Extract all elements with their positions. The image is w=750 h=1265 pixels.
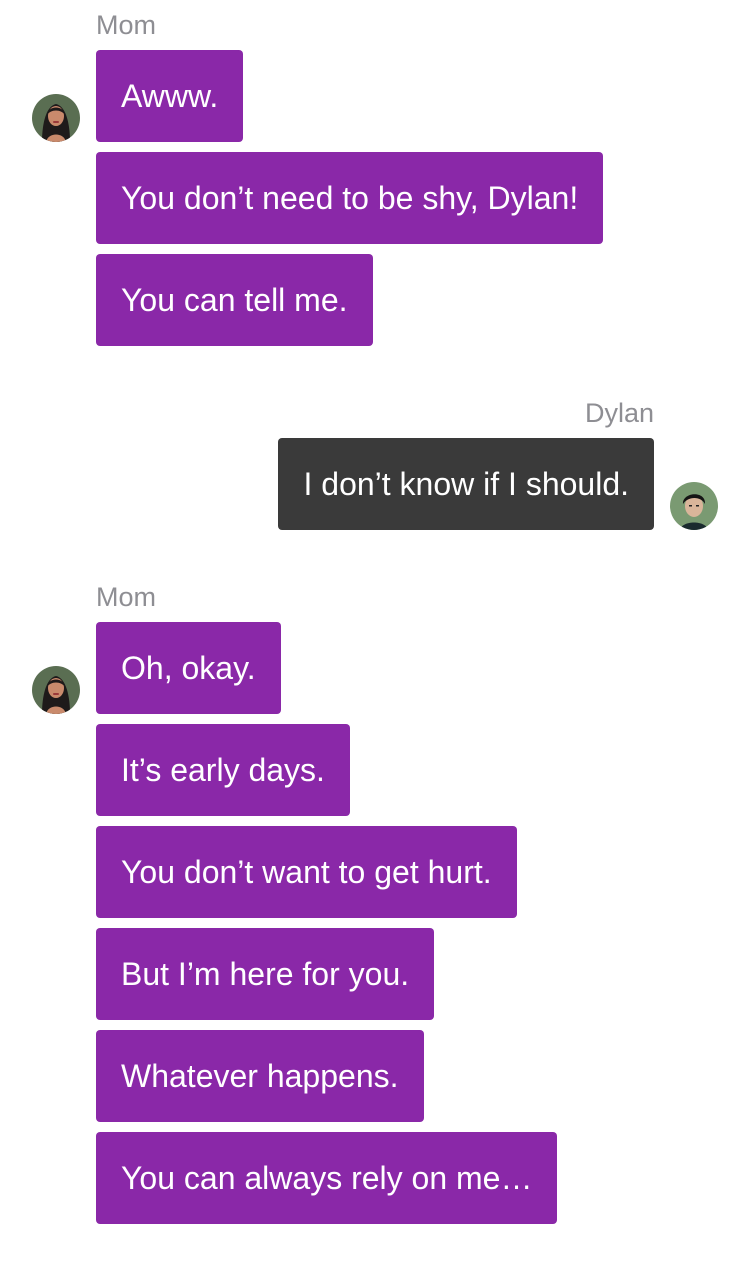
message-bubble[interactable]: It’s early days. xyxy=(96,724,350,816)
dylan-avatar-icon[interactable] xyxy=(670,482,718,530)
message-bubble[interactable]: Whatever happens. xyxy=(96,1030,424,1122)
message-bubble[interactable]: But I’m here for you. xyxy=(96,928,435,1020)
mom-avatar-icon[interactable] xyxy=(32,666,80,714)
message-bubble[interactable]: You can always rely on me… xyxy=(96,1132,558,1224)
message-bubble[interactable]: Oh, okay. xyxy=(96,622,281,714)
message-bubble[interactable]: You don’t want to get hurt. xyxy=(96,826,517,918)
chat-thread: Mom Awww. You don’t need to be shy, Dyla… xyxy=(0,0,750,1265)
mom-avatar-icon[interactable] xyxy=(32,94,80,142)
sender-name: Mom xyxy=(96,10,156,40)
sender-name: Mom xyxy=(96,582,156,612)
message-bubble[interactable]: You can tell me. xyxy=(96,254,373,346)
message-bubble[interactable]: Awww. xyxy=(96,50,244,142)
sender-name: Dylan xyxy=(584,398,654,428)
message-bubble[interactable]: I don’t know if I should. xyxy=(278,438,654,530)
message-bubble[interactable]: You don’t need to be shy, Dylan! xyxy=(96,152,604,244)
